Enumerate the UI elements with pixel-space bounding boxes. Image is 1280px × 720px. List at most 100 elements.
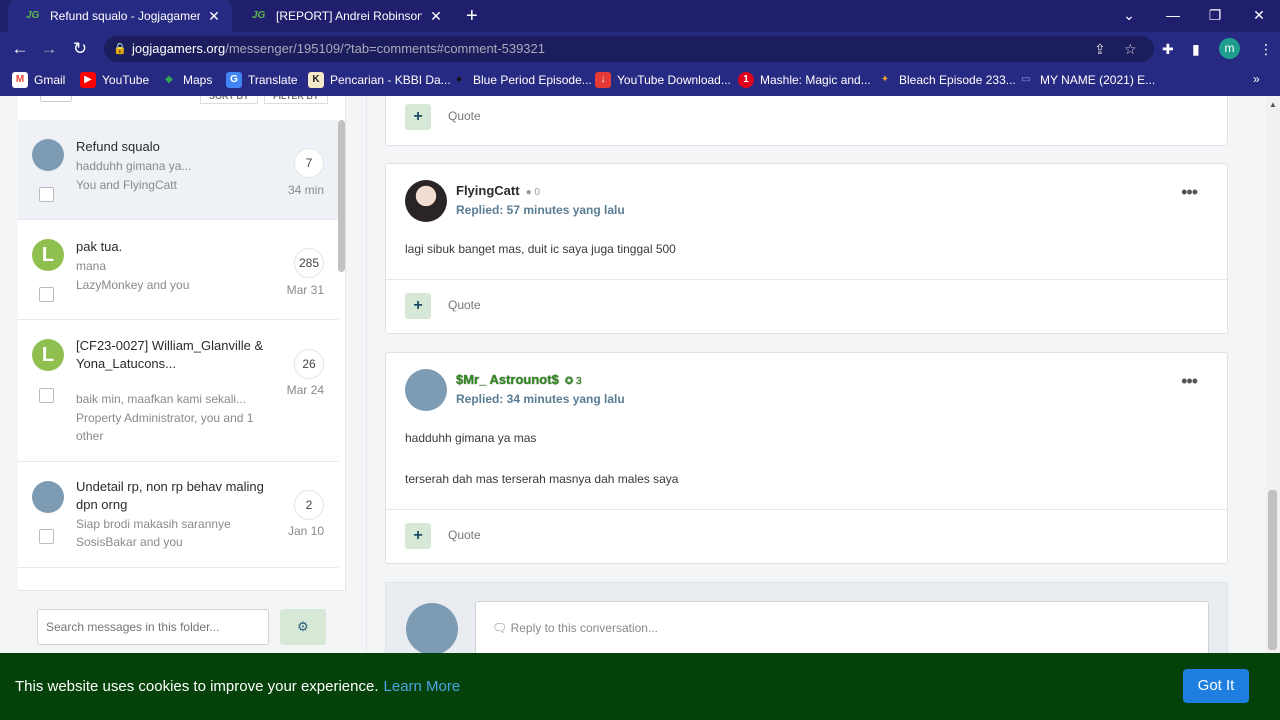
close-tab-icon[interactable]: ✕	[428, 8, 444, 25]
lock-icon: 🔒	[113, 43, 127, 55]
conversation-snippet: baik min, maafkan kami sekali...	[76, 392, 247, 406]
message-line: lagi sibuk banget mas, duit ic saya juga…	[405, 242, 676, 256]
conversation-item[interactable]: Refund squalo hadduhh gimana ya... You a…	[18, 120, 338, 220]
bookmark-translate[interactable]: G Translate	[226, 72, 298, 88]
message-card: + Quote	[385, 96, 1228, 146]
conversation-title[interactable]: pak tua.	[76, 238, 276, 256]
letter-avatar: L	[32, 239, 64, 271]
conversation-title[interactable]: [CF23-0027] William_Glanville & Yona_Lat…	[76, 337, 276, 373]
share-icon[interactable]: ⇪	[1094, 36, 1106, 62]
quote-button[interactable]: Quote	[448, 109, 481, 123]
translate-icon: G	[226, 72, 242, 88]
search-messages-input[interactable]	[37, 609, 269, 645]
user-avatar[interactable]	[405, 369, 447, 411]
address-bar[interactable]: 🔒 jogjagamers.org/messenger/195109/?tab=…	[104, 36, 1154, 62]
bookmark-bleach[interactable]: ✦ Bleach Episode 233...	[877, 72, 1016, 88]
reply-placeholder: Reply to this conversation...	[510, 621, 658, 635]
conversation-checkbox[interactable]	[39, 187, 54, 202]
react-plus-button[interactable]: +	[405, 104, 431, 130]
username[interactable]: FlyingCatt ● 0	[456, 183, 540, 198]
conversation-title[interactable]: Refund squalo	[76, 138, 276, 156]
quote-button[interactable]: Quote	[448, 528, 481, 542]
bookmark-blue-period[interactable]: ● Blue Period Episode...	[451, 72, 592, 88]
bookmark-label: YouTube	[102, 73, 150, 87]
reply-count-badge: 285	[294, 248, 324, 278]
conversation-checkbox[interactable]	[39, 529, 54, 544]
menu-icon[interactable]: ⋮	[1259, 41, 1273, 58]
bookmark-kbbi[interactable]: K Pencarian - KBBI Da...	[308, 72, 451, 88]
message-line: terserah dah mas terserah masnya dah mal…	[405, 472, 679, 486]
conversation-snippet: mana	[76, 259, 107, 273]
react-plus-button[interactable]: +	[405, 293, 431, 319]
bookmark-maps[interactable]: ◆ Maps	[161, 72, 212, 88]
back-icon[interactable]: ←	[8, 37, 32, 61]
bookmark-yt-download[interactable]: ↓ YouTube Download...	[595, 72, 731, 88]
conversation-item[interactable]: L [CF23-0027] William_Glanville & Yona_L…	[18, 320, 338, 462]
jg-logo-icon: JG	[252, 10, 266, 21]
close-window-icon[interactable]: ✕	[1238, 0, 1280, 32]
tab-search-icon[interactable]: ⌄	[1108, 0, 1150, 32]
message-card: $Mr_ Astrounot$ ✪ 3 Replied: 34 minutes y…	[385, 352, 1228, 564]
conversation-checkbox[interactable]	[39, 388, 54, 403]
reputation-badge: ● 0	[525, 187, 540, 198]
more-options-icon[interactable]: •••	[1181, 182, 1198, 203]
bookmark-youtube[interactable]: ▶ YouTube	[80, 72, 149, 88]
cookie-text: This website uses cookies to improve you…	[15, 678, 379, 695]
message-body: hadduhh gimana ya mas terserah dah mas t…	[405, 429, 678, 488]
restore-icon[interactable]: ❐	[1194, 0, 1236, 32]
robot-avatar	[32, 139, 64, 171]
side-panel-icon[interactable]: ▮	[1192, 41, 1200, 58]
quote-button[interactable]: Quote	[448, 298, 481, 312]
blue-period-icon: ●	[455, 74, 463, 85]
tab-title: [REPORT] Andrei Robinson - Pag	[276, 9, 422, 23]
reply-input[interactable]: 🗨 Reply to this conversation...	[475, 601, 1209, 661]
bookmark-gmail[interactable]: M Gmail	[12, 72, 65, 88]
gear-icon[interactable]: ⚙	[280, 609, 326, 645]
page-scroll-thumb[interactable]	[1268, 490, 1277, 650]
extensions-icon[interactable]: ✚	[1162, 41, 1174, 58]
message-card: FlyingCatt ● 0 Replied: 57 minutes yang l…	[385, 163, 1228, 334]
yt-download-icon: ↓	[595, 72, 611, 88]
select-all-checkbox[interactable]	[40, 96, 72, 102]
conversation-item[interactable]: L pak tua. mana LazyMonkey and you 285 M…	[18, 220, 338, 320]
conversation-item[interactable]: Undetail rp, non rp behav maling dpn orn…	[18, 462, 338, 568]
more-options-icon[interactable]: •••	[1181, 371, 1198, 392]
more-bookmarks-icon[interactable]: »	[1253, 72, 1260, 86]
bookmark-label: Translate	[248, 73, 298, 87]
got-it-button[interactable]: Got It	[1183, 669, 1249, 703]
conversation-title[interactable]: Undetail rp, non rp behav maling dpn orn…	[76, 478, 276, 514]
replied-time: Replied: 34 minutes yang lalu	[456, 392, 625, 406]
page-scrollbar[interactable]: ▲	[1266, 96, 1280, 654]
profile-avatar[interactable]: m	[1219, 38, 1240, 59]
browser-tab-active[interactable]: JG Refund squalo - Jogjagamers Co ✕	[8, 0, 232, 32]
close-tab-icon[interactable]: ✕	[206, 8, 222, 25]
message-line: hadduhh gimana ya mas	[405, 431, 537, 445]
sort-by-button[interactable]: SORT BY	[200, 96, 259, 104]
reply-count-badge: 2	[294, 490, 324, 520]
conversation-checkbox[interactable]	[39, 287, 54, 302]
conversation-date: 34 min	[287, 183, 324, 197]
minimize-icon[interactable]: —	[1152, 0, 1194, 32]
bookmark-star-icon[interactable]: ☆	[1124, 36, 1137, 62]
username-text[interactable]: FlyingCatt	[456, 183, 520, 198]
user-avatar[interactable]	[405, 180, 447, 222]
conversation-participants: Property Administrator, you and 1 other	[76, 411, 254, 443]
tab-strip: JG Refund squalo - Jogjagamers Co ✕ JG […	[0, 0, 1280, 32]
bookmark-myname[interactable]: ▭ MY NAME (2021) E...	[1018, 72, 1155, 88]
message-footer: + Quote	[386, 279, 1227, 333]
conversation-list-scrollbar[interactable]	[338, 120, 345, 272]
learn-more-link[interactable]: Learn More	[384, 678, 461, 695]
conversation-participants: You and FlyingCatt	[76, 178, 177, 192]
reload-icon[interactable]: ↻	[68, 37, 92, 61]
new-tab-button[interactable]: +	[466, 6, 478, 26]
forward-icon[interactable]: →	[37, 37, 61, 61]
browser-tab[interactable]: JG [REPORT] Andrei Robinson - Pag ✕	[234, 0, 454, 32]
react-plus-button[interactable]: +	[405, 523, 431, 549]
scroll-up-icon[interactable]: ▲	[1269, 100, 1277, 109]
reputation-badge: ✪ 3	[564, 376, 582, 387]
comment-icon: 🗨	[492, 621, 508, 635]
bookmark-mashle[interactable]: 1 Mashle: Magic and...	[738, 72, 871, 88]
username-text[interactable]: $Mr_ Astrounot$	[456, 372, 559, 387]
filter-by-button[interactable]: FILTER BY	[264, 96, 328, 104]
username[interactable]: $Mr_ Astrounot$ ✪ 3	[456, 372, 582, 387]
